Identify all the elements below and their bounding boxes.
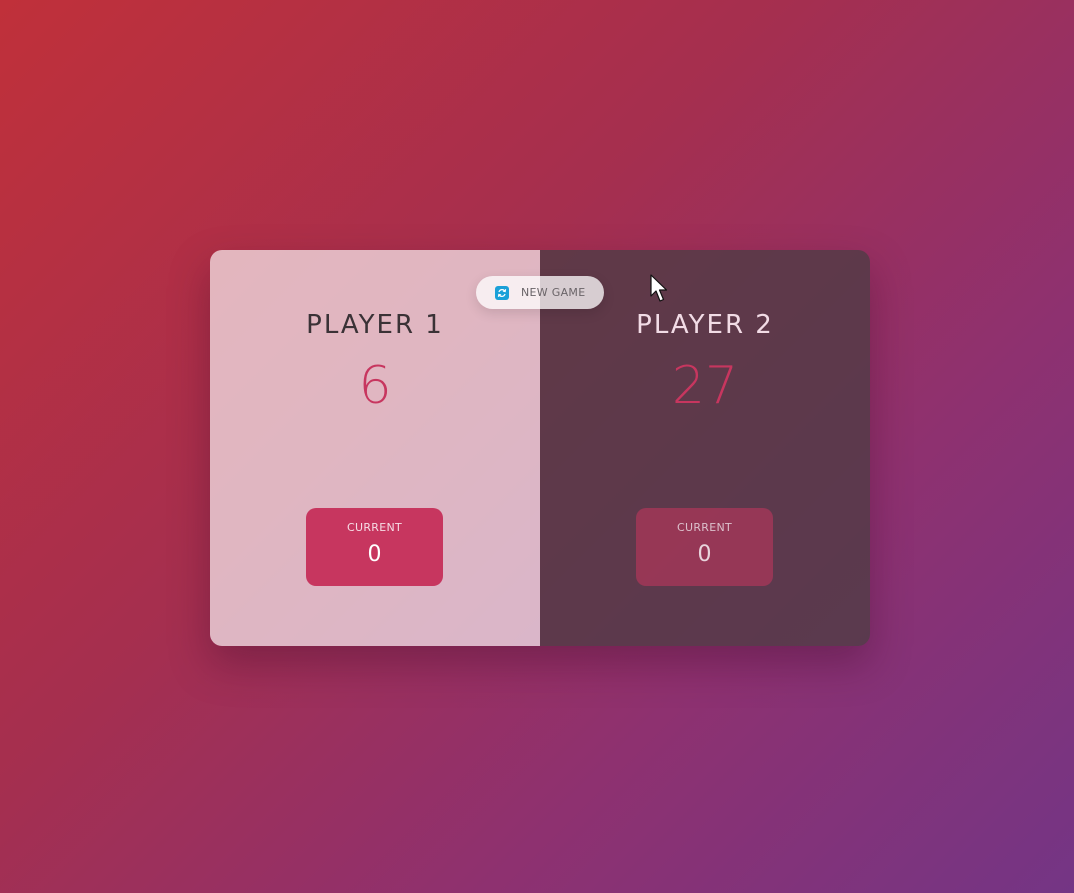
player-1-total-score: 6 <box>358 356 392 416</box>
game-board: PLAYER 1 6 CURRENT 0 PLAYER 2 27 CURRENT… <box>210 250 870 646</box>
player-2-panel: PLAYER 2 27 CURRENT 0 <box>540 250 870 646</box>
player-2-total-score: 27 <box>671 356 739 416</box>
player-1-panel: PLAYER 1 6 CURRENT 0 <box>210 250 540 646</box>
player-2-current-label: CURRENT <box>676 521 733 534</box>
player-2-name: PLAYER 2 <box>636 310 774 340</box>
player-1-current-box: CURRENT 0 <box>306 508 443 586</box>
refresh-icon <box>495 285 509 300</box>
mouse-cursor-icon <box>650 274 670 308</box>
player-1-name: PLAYER 1 <box>306 310 444 340</box>
new-game-button[interactable]: NEW GAME <box>476 276 604 309</box>
player-1-current-score: 0 <box>367 542 382 567</box>
new-game-label: NEW GAME <box>521 286 586 299</box>
player-2-current-score: 0 <box>697 542 712 567</box>
player-1-current-label: CURRENT <box>346 521 403 534</box>
player-2-current-box: CURRENT 0 <box>636 508 773 586</box>
